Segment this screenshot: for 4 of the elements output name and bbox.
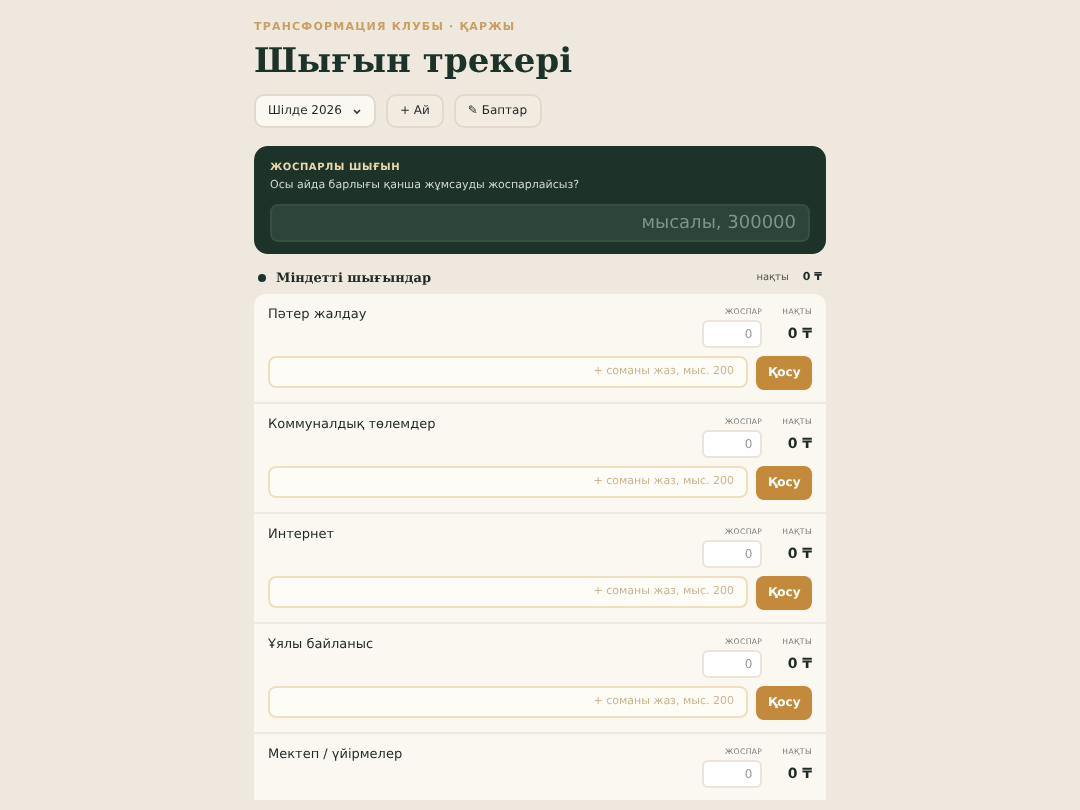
caret-icon: [351, 107, 362, 115]
bullet-icon: [258, 274, 266, 282]
page-title: Шығын трекері: [254, 42, 573, 82]
plan-total-input[interactable]: мысалы, 300000: [270, 204, 810, 242]
